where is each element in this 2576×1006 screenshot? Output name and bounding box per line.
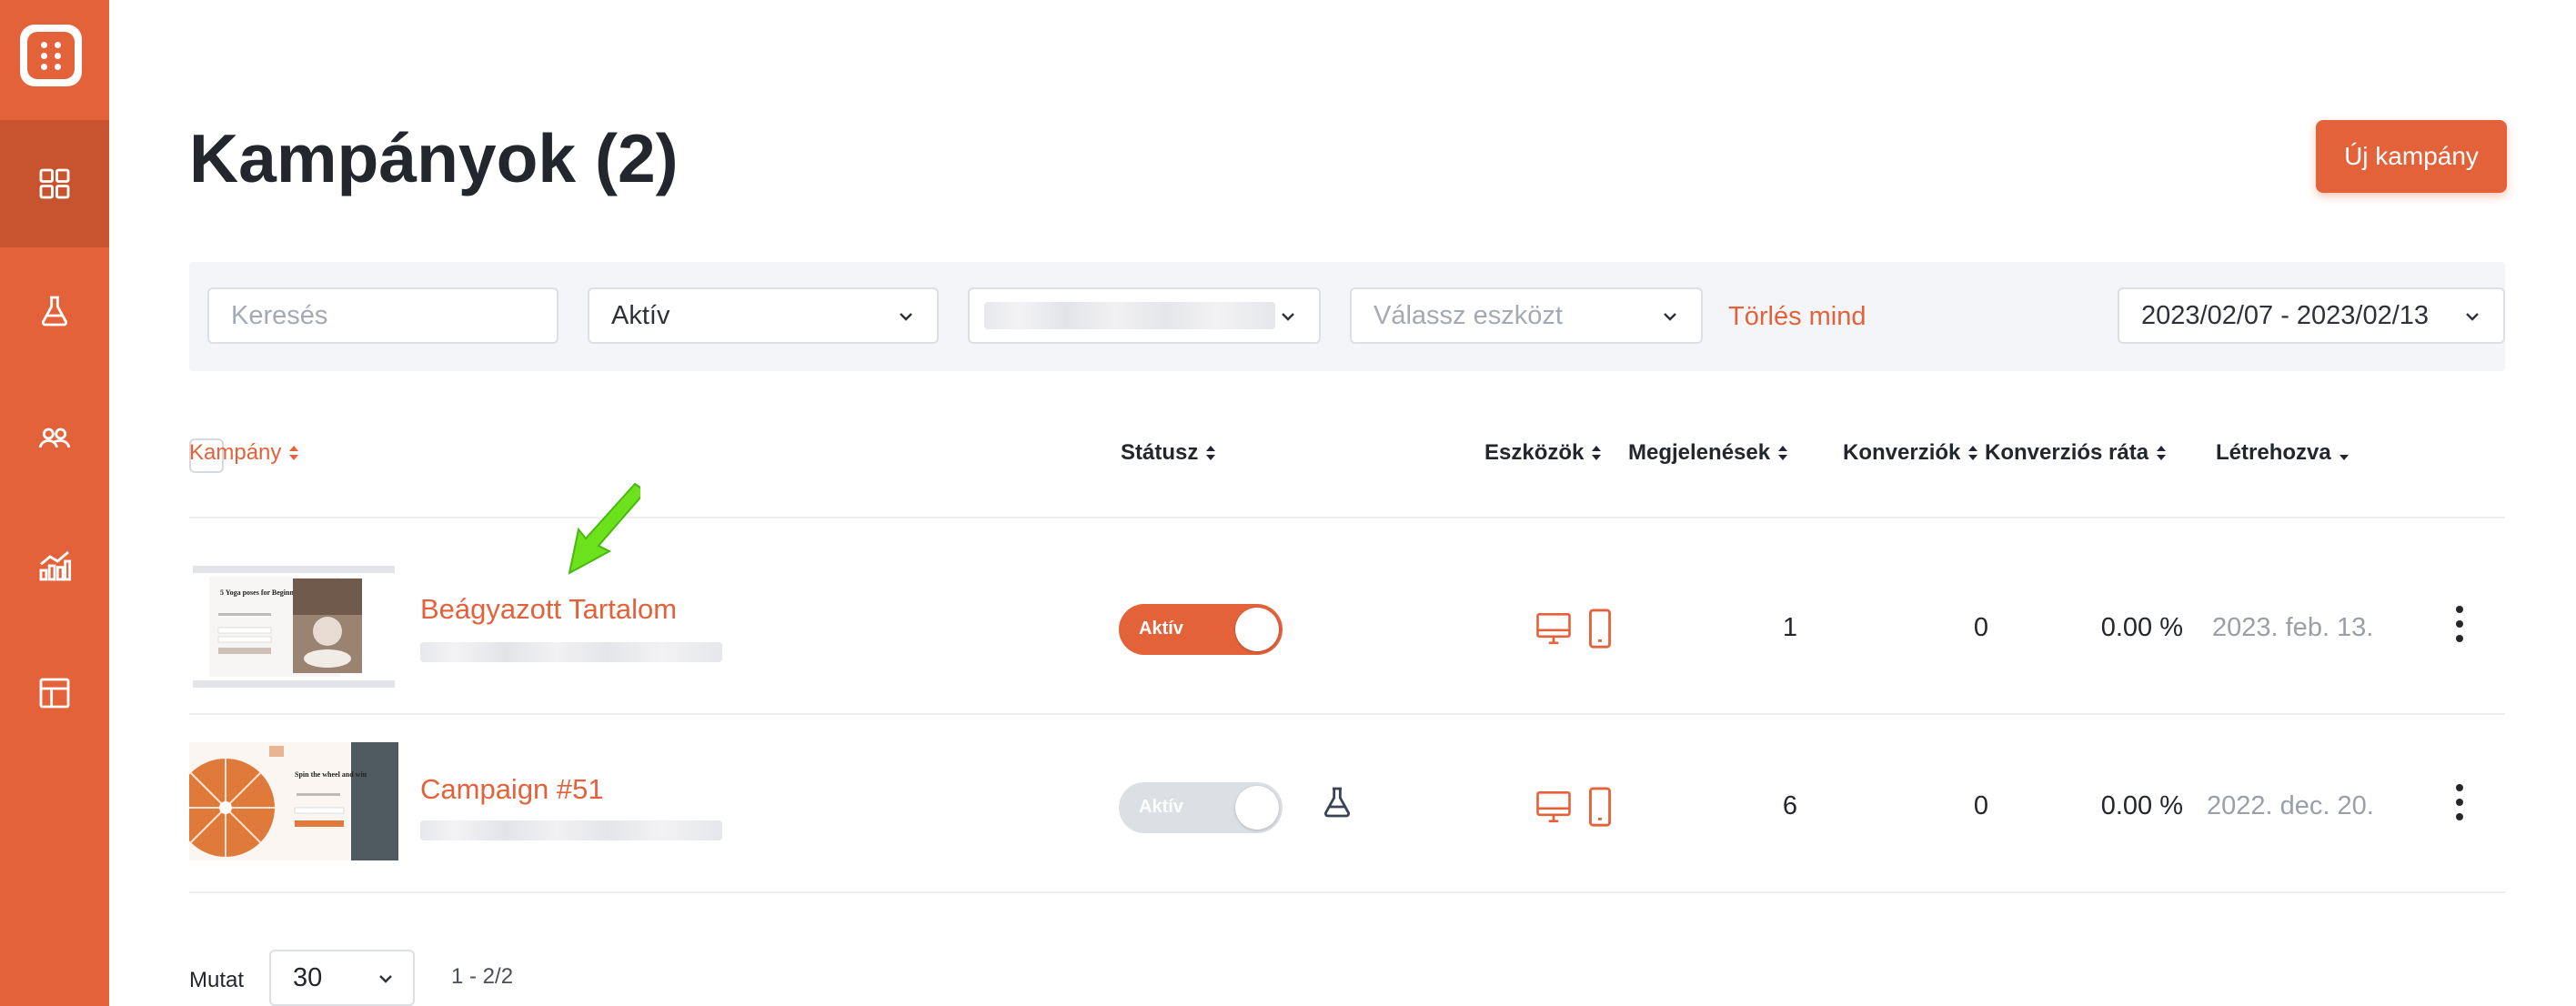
pagination-range: 1 - 2/2 [451,964,514,989]
app-logo[interactable] [20,25,82,86]
sidebar [0,0,109,1006]
column-header-conversion-rate[interactable]: Konverziós ráta [1985,440,2167,466]
chevron-down-icon [2466,313,2479,321]
row-menu-kebab-icon[interactable] [2450,604,2469,644]
status-select-value: Aktív [611,300,670,330]
divider [189,713,2505,715]
dice-logo-icon [27,32,75,79]
dashboard-grid-icon [39,168,70,199]
conversion-rate-value: 0.00 % [2100,613,2183,642]
chevron-down-icon [900,313,912,321]
status-select[interactable]: Aktív [588,287,939,344]
ab-test-flask-icon[interactable] [1319,782,1355,822]
chevron-down-icon [1664,313,1676,321]
page-size-label: Mutat [189,968,245,992]
impressions-value: 1 [1782,613,1797,642]
thumbnail-preview: 5 Yoga poses for Beginners [191,564,397,689]
sort-icon [1206,446,1216,460]
thumb-headline: 5 Yoga poses for Beginners [220,589,303,597]
sidebar-item-users[interactable] [0,375,109,502]
column-header-devices[interactable]: Eszközök [1484,440,1602,466]
thumbnail-preview: Spin the wheel and win [189,742,398,860]
column-header-campaign[interactable]: Kampány [189,440,299,466]
new-campaign-button[interactable]: Új kampány [2316,120,2507,193]
column-label: Létrehozva [2216,440,2331,465]
toggle-label: Aktív [1139,619,1183,639]
conversion-rate-value: 0.00 % [2100,791,2183,820]
sort-icon [289,446,299,460]
sidebar-item-analytics[interactable] [0,502,109,629]
pointer-arrow-icon [568,482,640,575]
toggle-knob [1235,608,1279,651]
sidebar-item-experiments[interactable] [0,247,109,375]
column-label: Megjelenések [1628,440,1771,465]
conversions-value: 0 [1973,791,1988,820]
mobile-icon [1589,787,1611,827]
desktop-icon [1536,612,1571,645]
sort-icon [2157,446,2167,460]
sort-icon [1778,446,1788,460]
sort-icon [1968,446,1978,460]
column-header-status[interactable]: Státusz [1121,440,1216,466]
chevron-down-icon [379,975,392,983]
search-input[interactable]: Keresés [207,287,558,344]
sort-desc-icon [2339,455,2349,460]
status-toggle[interactable]: Aktív [1119,604,1283,655]
analytics-chart-icon [39,550,72,581]
conversions-value: 0 [1973,613,1988,642]
device-select[interactable]: Válassz eszközt [1350,287,1703,344]
divider [189,891,2505,893]
column-label: Konverziók [1843,440,1961,465]
sort-icon [1592,446,1602,460]
column-header-conversions[interactable]: Konverziók [1843,440,1978,466]
flask-icon [41,296,68,327]
toggle-label: Aktív [1139,797,1183,817]
device-placeholder: Válassz eszközt [1374,300,1563,330]
page-title: Kampányok (2) [189,120,679,196]
divider [189,517,2505,518]
desktop-icon [1536,790,1571,823]
redacted-value [984,302,1275,329]
mobile-icon [1589,609,1611,649]
date-range-value: 2023/02/07 - 2023/02/13 [2141,300,2430,330]
impressions-value: 6 [1782,791,1797,820]
filter-bar: Keresés Aktív Válassz eszközt 2023/02/07… [189,262,2505,371]
date-range-picker[interactable]: 2023/02/07 - 2023/02/13 [2118,287,2505,344]
column-label: Státusz [1121,440,1199,465]
row-menu-kebab-icon[interactable] [2450,782,2469,822]
column-header-created[interactable]: Létrehozva [2216,440,2350,466]
page-size-select[interactable]: 30 [269,950,415,1006]
campaign-name-link[interactable]: Campaign #51 [420,773,604,806]
column-label: Eszközök [1484,440,1585,465]
sidebar-item-templates[interactable] [0,629,109,757]
campaign-subtitle-redacted [420,820,722,840]
clear-all-filters-link[interactable]: Törlés mind [1728,302,1867,332]
created-date: 2022. dec. 20. [2207,791,2374,820]
campaign-thumbnail[interactable]: 5 Yoga poses for Beginners [191,564,397,689]
thumb-headline: Spin the wheel and win [295,770,367,779]
status-toggle[interactable]: Aktív [1119,782,1283,833]
sidebar-item-dashboard[interactable] [0,120,109,247]
campaign-subtitle-redacted [420,642,722,662]
users-icon [38,428,71,448]
campaign-name-link[interactable]: Beágyazott Tartalom [420,593,677,626]
chevron-down-icon [1282,313,1294,321]
toggle-knob [1235,786,1279,830]
page-size-value: 30 [293,962,323,992]
column-label: Kampány [189,440,282,465]
column-label: Konverziós ráta [1985,440,2149,465]
account-select[interactable] [968,287,1321,344]
campaign-thumbnail[interactable]: Spin the wheel and win [189,742,398,860]
search-placeholder: Keresés [231,300,328,330]
created-date: 2023. feb. 13. [2212,613,2374,642]
layout-template-icon [39,678,70,709]
column-header-impressions[interactable]: Megjelenések [1628,440,1788,466]
